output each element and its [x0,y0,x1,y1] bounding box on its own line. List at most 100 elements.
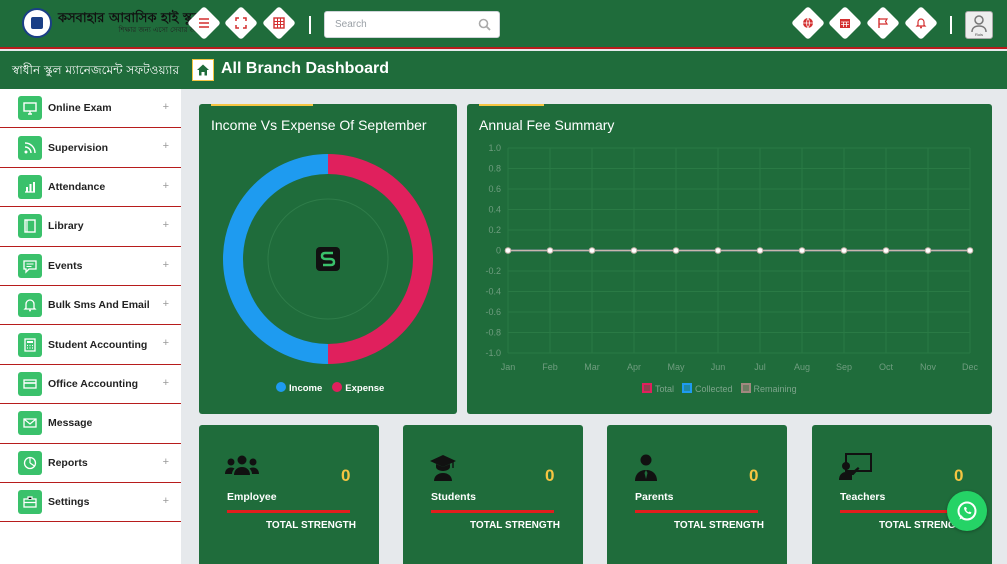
sidebar-item-label: Office Accounting [48,377,139,390]
expand-plus-icon[interactable]: + [163,377,169,389]
data-point[interactable] [924,247,932,254]
data-point[interactable] [756,247,764,254]
sidebar-item-bulk-sms-and-email[interactable]: Bulk Sms And Email + [0,286,181,326]
sidebar-item-online-exam[interactable]: Online Exam + [0,89,181,129]
sidebar-item-message[interactable]: Message [0,404,181,444]
sidebar-item-label: Supervision [48,141,109,154]
language-button[interactable] [791,6,825,40]
expand-plus-icon[interactable]: + [163,298,169,310]
income-expense-donut-chart [223,154,433,364]
y-tick-label: -0.2 [485,266,501,276]
sidebar-item-library[interactable]: Library + [0,207,181,247]
sidebar-item-attendance[interactable]: Attendance + [0,168,181,208]
data-point[interactable] [714,247,722,254]
data-point[interactable] [504,247,512,254]
stat-card-students[interactable]: 0 Students TOTAL STRENGTH [403,425,583,564]
sidebar-item-supervision[interactable]: Supervision + [0,128,181,168]
search-input[interactable] [325,12,465,37]
expand-plus-icon[interactable]: + [163,456,169,468]
apps-grid-button[interactable] [262,6,296,40]
x-tick-label: Nov [920,362,937,372]
monitor-icon [18,96,42,121]
toolbar-divider-right [950,16,952,34]
bell-icon [18,293,42,318]
expand-plus-icon[interactable]: + [163,101,169,113]
users-icon [225,453,259,482]
flag-button[interactable] [866,6,900,40]
grid-icon [273,17,285,29]
data-point[interactable] [798,247,806,254]
whatsapp-chat-button[interactable] [947,491,987,531]
expand-plus-icon[interactable]: + [163,495,169,507]
sidebar-item-student-accounting[interactable]: Student Accounting + [0,325,181,365]
sidebar-item-reports[interactable]: Reports + [0,444,181,483]
data-point[interactable] [672,247,680,254]
legend-item-collected[interactable]: Collected [682,383,733,394]
annual-fee-panel: Annual Fee Summary 1.0 0.8 0.6 0.4 0.2 0 -0.2-… [467,104,992,414]
rss-icon [18,135,42,160]
sidebar-item-events[interactable]: Events + [0,247,181,286]
expand-plus-icon[interactable]: + [163,337,169,349]
legend-swatch [682,383,693,393]
legend-item-total[interactable]: Total [642,383,674,394]
calendar-icon [840,19,850,28]
y-tick-label: -0.6 [485,307,501,317]
data-point[interactable] [546,247,554,254]
sidebar-item-settings[interactable]: Settings + [0,483,181,523]
y-tick-label: 0.4 [488,205,501,215]
home-icon [197,64,209,76]
legend-item-expense[interactable]: Expense [332,382,384,394]
data-point[interactable] [966,247,974,254]
data-point[interactable] [630,247,638,254]
search-icon[interactable] [478,18,491,31]
stat-value: 0 [341,466,351,485]
sidebar-item-label: Bulk Sms And Email [48,299,150,312]
stat-label: Employee [227,491,277,503]
legend-swatch [276,382,286,392]
stat-label: Parents [635,491,674,503]
x-tick-label: Oct [879,362,894,372]
legend-swatch [642,383,652,393]
sidebar-item-label: Reports [48,456,88,469]
donut-slice-expense[interactable] [327,154,433,364]
legend-swatch [740,383,751,393]
software-brand-name: স্বাধীন স্কুল ম্যানেজমেন্ট সফটওয়্যার [12,63,180,77]
home-button[interactable] [192,59,214,81]
stat-value: 0 [749,466,759,485]
donut-slice-income[interactable] [223,154,329,364]
data-point[interactable] [588,247,596,254]
x-tick-label: Dec [962,362,979,372]
x-tick-label: Jan [501,362,516,372]
sidebar-item-office-accounting[interactable]: Office Accounting + [0,365,181,405]
sub-header: স্বাধীন স্কুল ম্যানেজমেন্ট সফটওয়্যার Al… [0,51,1007,89]
x-tick-label: Jul [754,362,766,372]
data-point[interactable] [840,247,848,254]
school-logo[interactable]: কসবাহার আবাসিক হাই স্কুল শিক্ষার জন্য এস… [22,8,202,38]
data-point[interactable] [882,247,890,254]
expand-plus-icon[interactable]: + [163,180,169,192]
stat-underline [840,510,963,513]
fullscreen-button[interactable] [224,6,258,40]
legend-item-remaining[interactable]: Remaining [740,383,797,394]
expand-plus-icon[interactable]: + [163,259,169,271]
notifications-button[interactable] [904,6,938,40]
legend-item-income[interactable]: Income [276,382,322,394]
calendar-button[interactable] [828,6,862,40]
stat-card-parents[interactable]: 0 Parents TOTAL STRENGTH [607,425,787,564]
stat-card-employee[interactable]: 0 Employee TOTAL STRENGTH [199,425,379,564]
bell-icon [915,18,927,29]
expand-plus-icon[interactable]: + [163,140,169,152]
expand-plus-icon[interactable]: + [163,219,169,231]
book-icon [18,214,42,239]
pie-icon [18,450,42,475]
x-tick-label: Jun [711,362,726,372]
sidebar-item-label: Settings [48,496,90,509]
logo-title: কসবাহার আবাসিক হাই স্কুল [58,11,203,26]
legend-label: Remaining [753,384,797,394]
user-avatar-button[interactable]: Rois [965,11,993,39]
income-expense-panel: Income Vs Expense Of September Income Exp… [199,104,457,414]
user-avatar-icon [971,15,987,33]
graduate-icon [429,453,457,484]
menu-icon [199,18,209,28]
y-tick-label: -0.8 [485,328,501,338]
